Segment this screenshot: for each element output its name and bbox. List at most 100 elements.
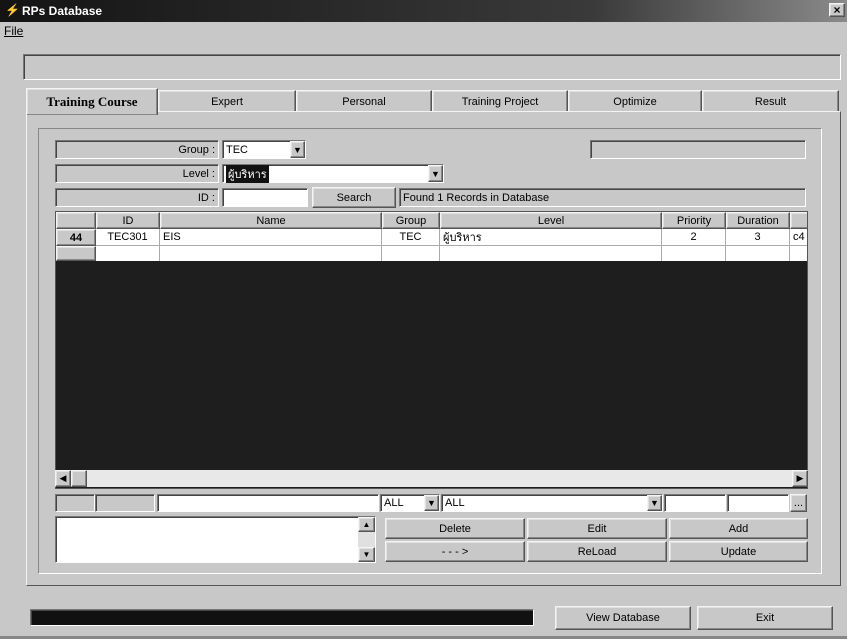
browse-button-label: ... [793,497,804,509]
table-cell-priority[interactable]: 2 [662,229,726,246]
reload-button-label: ReLoad [577,545,617,558]
table-cell-name[interactable]: EIS [160,229,382,246]
close-button[interactable]: × [829,3,845,17]
column-header-group-text: Group [395,214,427,227]
table-cell-empty[interactable] [440,246,662,261]
info-panel [590,140,806,159]
filter-name-input[interactable] [157,494,379,512]
cell-extra-text: c4 [793,231,805,243]
column-header-priority-text: Priority [676,214,712,227]
chevron-down-icon[interactable]: ▼ [424,495,439,511]
add-button[interactable]: Add [669,518,808,539]
filter-cell [55,494,95,512]
column-header-priority[interactable]: Priority [662,212,726,229]
group-select[interactable]: TEC ▼ [222,140,306,159]
tab-result[interactable]: Result [702,90,839,112]
scroll-left-icon[interactable]: ◀ [55,470,71,487]
column-header-id[interactable]: ID [96,212,160,229]
delete-button[interactable]: Delete [385,518,525,539]
cell-duration-text: 3 [754,231,761,243]
chevron-down-icon[interactable]: ▼ [290,141,305,158]
table-cell-duration[interactable]: 3 [726,229,790,246]
filter-id-input[interactable] [95,494,155,512]
table-cell-id[interactable]: TEC301 [96,229,160,246]
next-button[interactable]: - - - > [385,541,525,562]
column-header-level-text: Level [537,214,565,227]
add-button-label: Add [728,522,749,535]
top-status-panel [23,54,841,80]
row-number-text: 44 [69,231,83,244]
view-database-button[interactable]: View Database [555,606,691,630]
cell-priority-text: 2 [690,231,697,243]
filter-group-value: ALL [384,497,404,509]
group-label: Group : [55,140,219,159]
cell-name-text: EIS [163,231,181,243]
scroll-right-icon[interactable]: ▶ [792,470,808,487]
progress-bar [30,609,534,626]
filter-priority-input[interactable] [664,494,726,512]
tab-training-project[interactable]: Training Project [432,90,568,112]
column-header-extra [790,212,807,229]
level-select[interactable]: ผู้บริหาร ▼ [222,164,444,183]
column-header-duration-text: Duration [737,214,779,227]
column-header-name[interactable]: Name [160,212,382,229]
cell-group-text: TEC [399,231,422,243]
table-cell-extra[interactable]: c4 [790,229,807,246]
table-cell-level[interactable]: ผู้บริหาร [440,229,662,246]
menu-bar: File [0,22,847,40]
scroll-thumb[interactable] [71,470,87,487]
row-number[interactable]: 44 [56,229,96,246]
table-cell-empty[interactable] [726,246,790,261]
app-icon: ⚡ [5,3,20,17]
column-header-name-text: Name [256,214,286,227]
close-icon: × [833,3,841,17]
cell-id-text: TEC301 [107,231,148,243]
notes-textarea[interactable] [55,516,376,563]
column-header-group[interactable]: Group [382,212,440,229]
id-label-text: ID : [197,191,215,204]
notes-scrollbar[interactable]: ▲ ▼ [358,517,375,562]
column-header-id-text: ID [122,214,134,227]
edit-button-label: Edit [587,522,607,535]
tab-expert[interactable]: Expert [158,90,296,112]
table-cell-empty[interactable] [96,246,160,261]
table-cell-empty[interactable] [662,246,726,261]
filter-group-select[interactable]: ALL ▼ [380,494,440,512]
table-cell-empty[interactable] [382,246,440,261]
table-cell-empty[interactable] [790,246,807,261]
scroll-up-icon[interactable]: ▲ [358,517,375,532]
edit-button[interactable]: Edit [527,518,667,539]
level-label: Level : [55,164,219,183]
menu-file[interactable]: File [4,24,23,38]
delete-button-label: Delete [439,522,471,535]
cell-level-text: ผู้บริหาร [443,232,482,244]
table-cell-group[interactable]: TEC [382,229,440,246]
search-button[interactable]: Search [312,187,396,208]
update-button[interactable]: Update [669,541,808,562]
result-status-text: Found 1 Records in Database [403,191,550,204]
tab-optimize[interactable]: Optimize [568,90,702,112]
reload-button[interactable]: ReLoad [527,541,667,562]
grid-header-rownum [56,212,96,229]
browse-button[interactable]: ... [790,494,807,512]
level-select-value: ผู้บริหาร [226,164,269,183]
exit-button[interactable]: Exit [697,606,833,630]
column-header-level[interactable]: Level [440,212,662,229]
horizontal-scrollbar[interactable]: ◀ ▶ [55,470,808,487]
row-number-empty[interactable] [56,246,96,261]
level-label-text: Level : [182,167,215,180]
window-title: RPs Database [22,4,103,18]
column-header-duration[interactable]: Duration [726,212,790,229]
chevron-down-icon[interactable]: ▼ [428,165,443,182]
tab-training-course[interactable]: Training Course [26,88,158,115]
chevron-down-icon[interactable]: ▼ [647,495,662,511]
scroll-down-icon[interactable]: ▼ [358,547,375,562]
table-cell-empty[interactable] [160,246,382,261]
filter-duration-input[interactable] [727,494,789,512]
id-input[interactable] [222,188,308,207]
next-button-label: - - - > [441,545,469,558]
tab-personal[interactable]: Personal [296,90,432,112]
filter-level-select[interactable]: ALL ▼ [441,494,663,512]
id-label: ID : [55,188,219,207]
data-grid[interactable]: ID Name Group Level Priority Duration 44… [55,211,808,489]
